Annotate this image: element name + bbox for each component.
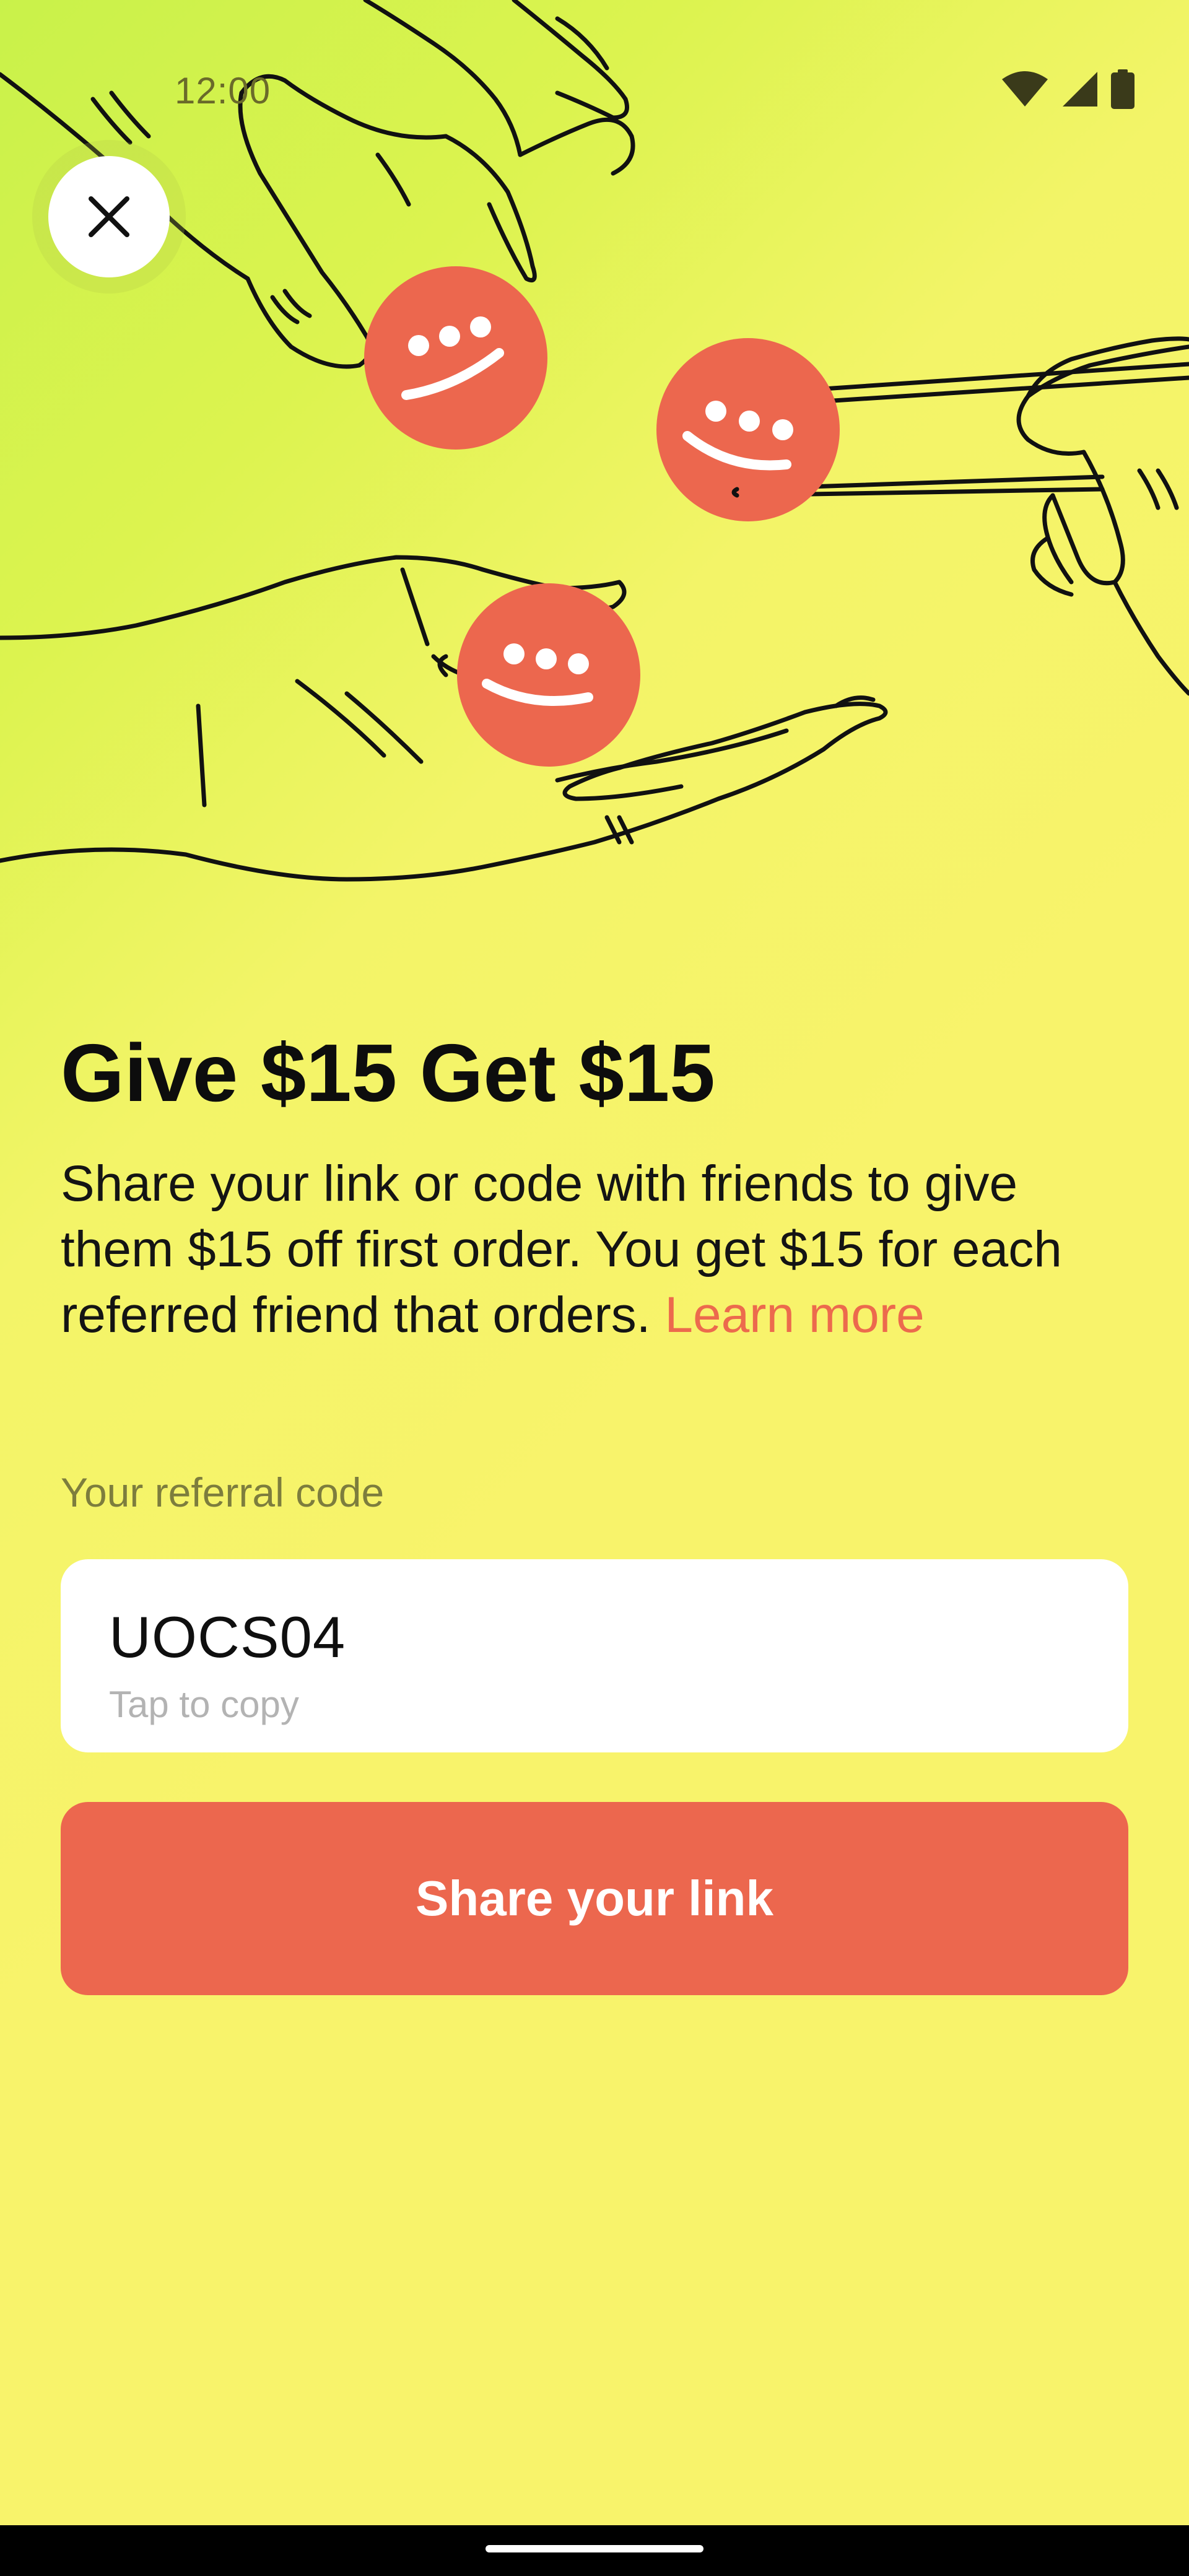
promo-headline: Give $15 Get $15: [61, 1027, 715, 1118]
status-bar: 12:00: [0, 0, 1189, 186]
close-button[interactable]: [48, 156, 170, 277]
bottom-hand: [0, 555, 888, 882]
referral-code-value: UOCS04: [109, 1604, 346, 1669]
home-gesture-handle[interactable]: [486, 2545, 703, 2552]
signal-icon: [1063, 72, 1097, 107]
navigation-bar: [0, 2525, 1189, 2576]
tap-to-copy-hint: Tap to copy: [109, 1684, 299, 1725]
coin-bottom: [457, 583, 640, 767]
status-icons: [1001, 69, 1135, 109]
referral-code-label: Your referral code: [61, 1469, 385, 1515]
share-link-label: Share your link: [416, 1871, 773, 1926]
status-time: 12:00: [175, 70, 271, 111]
referral-code-card[interactable]: UOCS04 Tap to copy: [61, 1559, 1128, 1752]
close-icon: [89, 196, 129, 237]
coin-top: [364, 266, 547, 450]
share-link-button[interactable]: Share your link: [61, 1802, 1128, 1995]
coin-right: [656, 338, 840, 521]
learn-more-link[interactable]: Learn more: [664, 1287, 924, 1343]
promo-description: Share your link or code with friends to …: [61, 1151, 1128, 1348]
battery-icon: [1111, 69, 1135, 109]
wifi-icon: [1002, 71, 1048, 107]
promo-content: Give $15 Get $15 Share your link or code…: [61, 1028, 1128, 1348]
